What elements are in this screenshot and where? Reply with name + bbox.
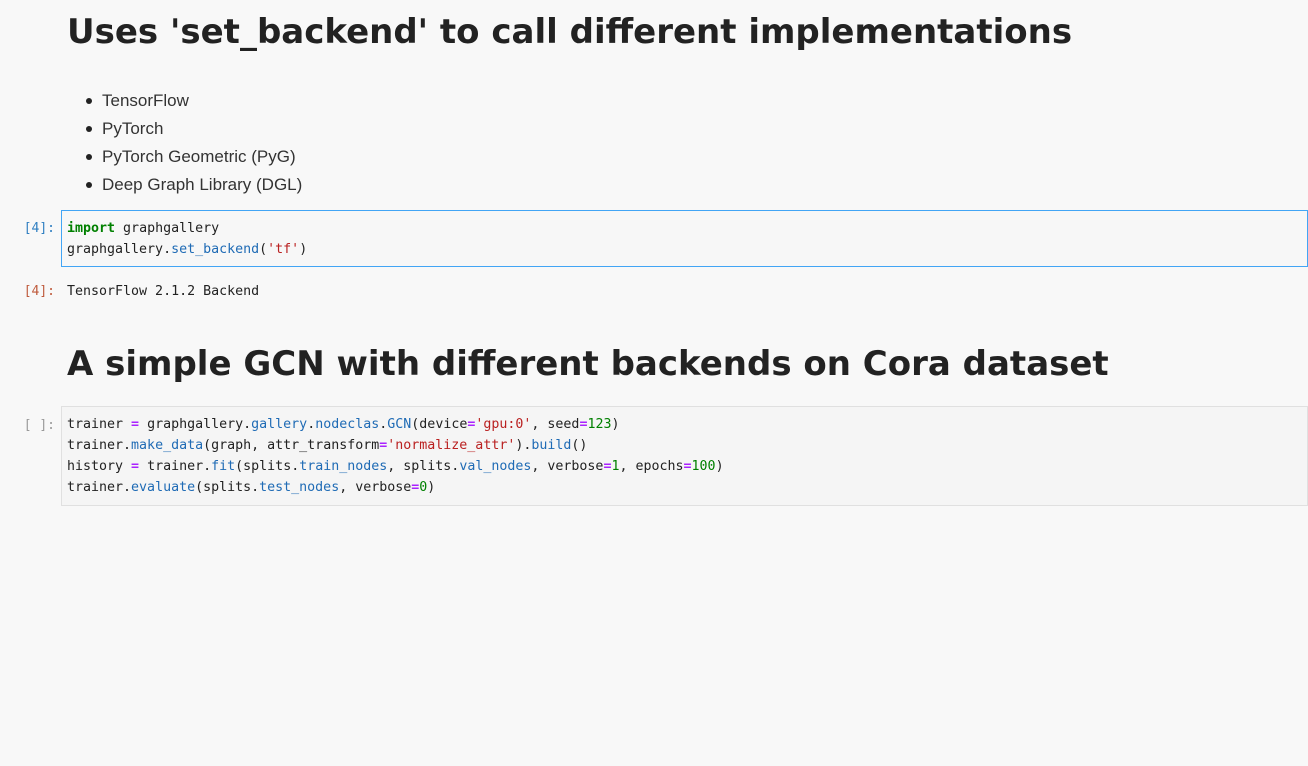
code-token: , seed — [531, 417, 580, 432]
cell-output: TensorFlow 2.1.2 Backend — [67, 284, 260, 299]
code-token: (splits. — [195, 480, 260, 495]
code-string: 'gpu:0' — [475, 417, 532, 432]
code-token: set_backend — [171, 242, 260, 257]
list-item-text: PyTorch — [102, 119, 164, 138]
bullet-icon — [86, 126, 92, 132]
bullet-icon — [86, 154, 92, 160]
code-token: trainer. — [67, 438, 132, 453]
list-item: TensorFlow — [67, 87, 1072, 115]
code-token: (device — [411, 417, 468, 432]
code-token: test_nodes — [259, 480, 340, 495]
code-number: 100 — [691, 459, 716, 474]
code-token: ) — [611, 417, 620, 432]
code-token: trainer. — [139, 459, 212, 474]
code-token: , verbose — [531, 459, 604, 474]
bullet-icon — [86, 182, 92, 188]
code-token: graphgallery — [115, 221, 220, 236]
code-operator: = — [131, 459, 140, 474]
code-token: graphgallery. — [139, 417, 252, 432]
code-token: history — [67, 459, 132, 474]
markdown-cell-gcn[interactable]: A simple GCN with different backends on … — [67, 342, 1109, 386]
code-string: 'tf' — [267, 242, 300, 257]
code-line: graphgallery.set_backend('tf') — [67, 239, 1307, 260]
code-token: (graph, attr_transform — [203, 438, 380, 453]
list-item-text: Deep Graph Library (DGL) — [102, 175, 303, 194]
keyword-import: import — [67, 221, 116, 236]
backend-list: TensorFlow PyTorch PyTorch Geometric (Py… — [67, 87, 1072, 199]
code-token: . — [307, 417, 316, 432]
code-token: , verbose — [339, 480, 412, 495]
input-prompt: [4]: — [23, 221, 55, 236]
code-token: ) — [715, 459, 724, 474]
list-item: PyTorch — [67, 115, 1072, 143]
code-token: fit — [211, 459, 236, 474]
input-prompt: [ ]: — [23, 418, 55, 433]
code-token: trainer. — [67, 480, 132, 495]
code-line: trainer = graphgallery.gallery.nodeclas.… — [67, 414, 1307, 435]
notebook-page: Uses 'set_backend' to call different imp… — [0, 0, 1308, 766]
code-number: 123 — [587, 417, 612, 432]
code-token: val_nodes — [459, 459, 532, 474]
code-token: make_data — [131, 438, 204, 453]
code-token: , epochs — [619, 459, 684, 474]
code-token: nodeclas — [315, 417, 380, 432]
heading-set-backend: Uses 'set_backend' to call different imp… — [67, 12, 1073, 52]
list-item: PyTorch Geometric (PyG) — [67, 143, 1072, 171]
list-item-text: TensorFlow — [102, 91, 189, 110]
bullet-icon — [86, 98, 92, 104]
code-line: history = trainer.fit(splits.train_nodes… — [67, 456, 1307, 477]
code-token: GCN — [387, 417, 412, 432]
code-token: () — [571, 438, 588, 453]
code-cell-set-backend[interactable]: import graphgallery graphgallery.set_bac… — [61, 210, 1308, 267]
code-token: ). — [515, 438, 532, 453]
code-token: , splits. — [387, 459, 460, 474]
code-token: evaluate — [131, 480, 196, 495]
code-token: ( — [259, 242, 268, 257]
output-prompt: [4]: — [23, 284, 55, 299]
code-line: import graphgallery — [67, 218, 1307, 239]
code-token: (splits. — [235, 459, 300, 474]
code-cell-gcn[interactable]: trainer = graphgallery.gallery.nodeclas.… — [61, 406, 1308, 506]
code-operator: = — [683, 459, 692, 474]
code-token: graphgallery. — [67, 242, 172, 257]
code-line: trainer.evaluate(splits.test_nodes, verb… — [67, 477, 1307, 498]
code-token: build — [531, 438, 572, 453]
code-string: 'normalize_attr' — [387, 438, 516, 453]
code-token: trainer — [67, 417, 132, 432]
heading-simple-gcn: A simple GCN with different backends on … — [67, 344, 1109, 384]
code-operator: = — [131, 417, 140, 432]
code-token: train_nodes — [299, 459, 388, 474]
code-token: gallery — [251, 417, 308, 432]
code-token: ) — [427, 480, 436, 495]
code-line: trainer.make_data(graph, attr_transform=… — [67, 435, 1307, 456]
list-item: Deep Graph Library (DGL) — [67, 171, 1072, 199]
code-token: ) — [299, 242, 308, 257]
markdown-cell-backend[interactable]: Uses 'set_backend' to call different imp… — [67, 10, 1072, 199]
list-item-text: PyTorch Geometric (PyG) — [102, 147, 296, 166]
